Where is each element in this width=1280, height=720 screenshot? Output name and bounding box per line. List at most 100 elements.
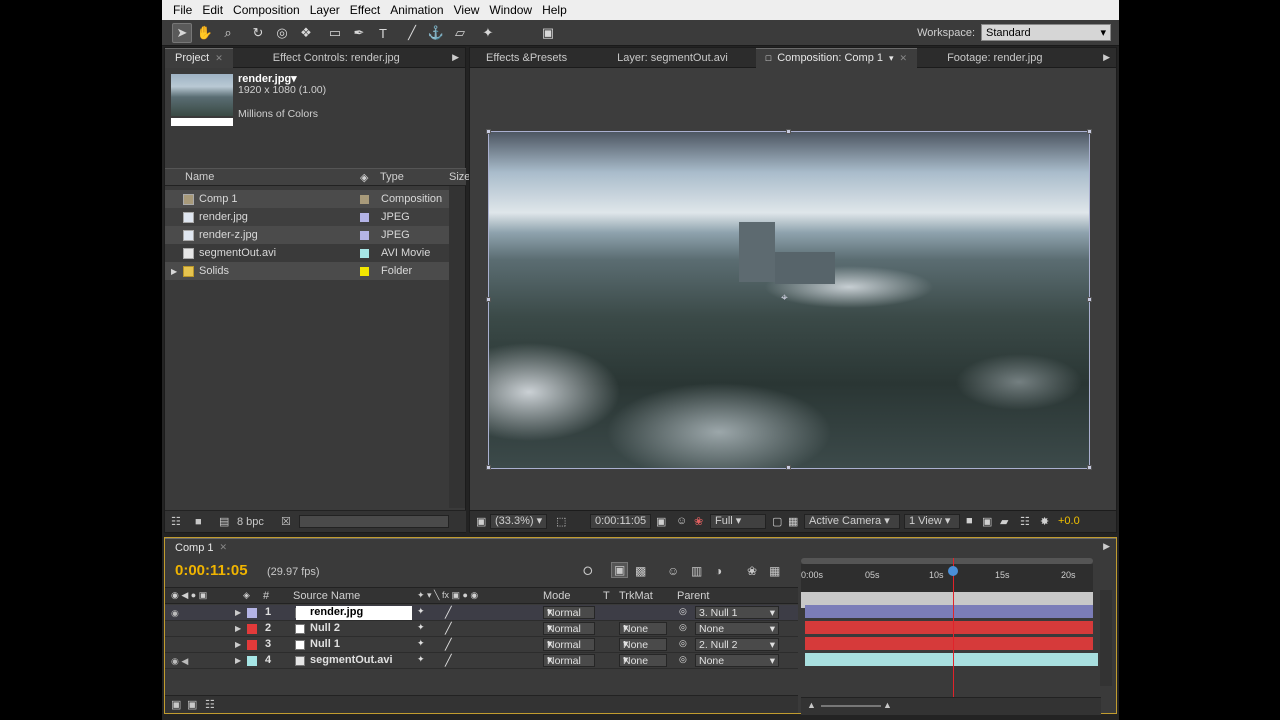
- shy-switch-icon[interactable]: ✦: [417, 606, 425, 617]
- panel-menu-icon[interactable]: ▶: [1103, 52, 1110, 63]
- switches-icon[interactable]: ✦ ▾ ╲ fx ▣ ● ◉: [417, 590, 478, 601]
- project-item-render-jpg[interactable]: render.jpg JPEG: [165, 208, 449, 226]
- zoom-in-icon[interactable]: ▲: [883, 700, 892, 710]
- transform-handle[interactable]: [786, 129, 791, 134]
- layer-name[interactable]: segmentOut.avi: [296, 654, 412, 668]
- motion-blur-icon[interactable]: ◑: [715, 564, 722, 578]
- label-swatch[interactable]: [360, 194, 369, 204]
- exposure-value[interactable]: +0.0: [1058, 515, 1080, 527]
- eye-icon[interactable]: ◉ ◀: [171, 656, 188, 667]
- horizontal-scrollbar[interactable]: [299, 515, 449, 528]
- column-mode[interactable]: Mode: [543, 590, 571, 602]
- pan-behind-tool-icon[interactable]: ❖: [296, 23, 316, 43]
- expand-arrow-icon[interactable]: ▶: [171, 267, 177, 276]
- pick-whip-icon[interactable]: ◎: [679, 606, 687, 617]
- layer-row-segmentout-avi[interactable]: ◉ ◀ ▶ 4 segmentOut.avi ✦ ╱ Normal ▾ None…: [165, 653, 798, 669]
- parent-dropdown[interactable]: 3. Null 1 ▾: [695, 606, 779, 619]
- tab-layer[interactable]: Layer: segmentOut.avi: [577, 48, 738, 68]
- exposure-icon[interactable]: ✸: [1040, 515, 1049, 528]
- current-time[interactable]: 0:00:11:05: [175, 562, 248, 579]
- parent-dropdown[interactable]: 2. Null 2 ▾: [695, 638, 779, 651]
- selection-tool-icon[interactable]: ➤: [172, 23, 192, 43]
- toggle-modes-icon[interactable]: ▣: [187, 698, 197, 711]
- column-parent[interactable]: Parent: [677, 590, 709, 602]
- close-icon[interactable]: ✕: [220, 542, 228, 553]
- column-number[interactable]: #: [263, 590, 269, 602]
- camera-dropdown[interactable]: Active Camera ▾: [804, 514, 900, 529]
- menu-composition[interactable]: Composition: [228, 3, 305, 17]
- transform-handle[interactable]: [1087, 129, 1092, 134]
- panel-menu-icon[interactable]: ▶: [452, 52, 459, 63]
- layer-name[interactable]: Null 2: [296, 622, 412, 636]
- bpc-label[interactable]: 8 bpc: [237, 516, 264, 528]
- project-scrollbar[interactable]: [449, 186, 465, 508]
- hand-tool-icon[interactable]: ✋: [195, 23, 215, 43]
- layer-bar-render-jpg[interactable]: [805, 605, 1093, 618]
- brainstorm-icon[interactable]: ❀: [747, 564, 757, 578]
- shy-switch-icon[interactable]: ✦: [417, 622, 425, 633]
- quality-switch-icon[interactable]: ╱: [445, 654, 452, 667]
- quality-switch-icon[interactable]: ╱: [445, 638, 452, 651]
- shy-switch-icon[interactable]: ✦: [417, 638, 425, 649]
- project-item-render-z-jpg[interactable]: render-z.jpg JPEG: [165, 226, 449, 244]
- project-item-segmentout-avi[interactable]: segmentOut.avi AVI Movie: [165, 244, 449, 262]
- trkmat-dropdown[interactable]: None ▾: [619, 654, 667, 667]
- live-update-icon[interactable]: ⭘: [583, 564, 593, 579]
- transparency-grid-icon[interactable]: ▦: [788, 515, 798, 528]
- transform-handle[interactable]: [486, 465, 491, 470]
- transform-handle[interactable]: [1087, 465, 1092, 470]
- time-graph[interactable]: 0:00s 05s 10s 15s 20s ▲ ▲: [801, 556, 1101, 715]
- current-time-display[interactable]: 0:00:11:05: [590, 514, 652, 529]
- label-swatch[interactable]: [247, 624, 257, 634]
- comp-mini-flowchart-icon[interactable]: ▣: [611, 562, 629, 578]
- composition-viewer[interactable]: ⌖: [470, 68, 1116, 510]
- mode-dropdown[interactable]: Normal ▾: [543, 654, 595, 667]
- tab-effect-controls[interactable]: Effect Controls: render.jpg: [233, 48, 410, 68]
- magnification-dropdown[interactable]: (33.3%) ▾: [490, 514, 548, 529]
- close-icon[interactable]: ✕: [900, 53, 908, 64]
- rectangle-tool-icon[interactable]: ▭: [325, 23, 345, 43]
- label-swatch[interactable]: [247, 608, 257, 618]
- transform-handle[interactable]: [786, 465, 791, 470]
- column-name[interactable]: Name: [185, 171, 214, 183]
- transform-handle[interactable]: [486, 297, 491, 302]
- axis-mode-icon[interactable]: ▣: [538, 23, 558, 43]
- tab-comp-1[interactable]: Comp 1 ✕: [165, 538, 1116, 556]
- expand-arrow-icon[interactable]: ▶: [235, 656, 241, 665]
- label-swatch[interactable]: [247, 640, 257, 650]
- toggle-pixel-aspect-icon[interactable]: ■: [966, 515, 973, 527]
- interpret-footage-icon[interactable]: ☷: [171, 515, 181, 528]
- workspace-dropdown[interactable]: Standard ▾: [981, 24, 1111, 41]
- expand-arrow-icon[interactable]: ▶: [235, 624, 241, 633]
- timeline-icon[interactable]: ▰: [1000, 515, 1008, 528]
- draft-3d-icon[interactable]: ▩: [635, 564, 646, 578]
- current-time-indicator-head[interactable]: [948, 566, 958, 576]
- menu-window[interactable]: Window: [484, 3, 537, 17]
- layer-bar-null-1[interactable]: [805, 637, 1093, 650]
- menu-file[interactable]: File: [168, 3, 197, 17]
- menu-help[interactable]: Help: [537, 3, 572, 17]
- clone-stamp-tool-icon[interactable]: ⚓: [426, 23, 446, 43]
- toggle-in-out-icon[interactable]: ☷: [205, 698, 215, 711]
- flowchart-icon[interactable]: ☷: [1020, 515, 1030, 528]
- layer-row-null-2[interactable]: ▶ 2 Null 2 ✦ ╱ Normal ▾ None ▾ ◎ None ▾: [165, 621, 798, 637]
- menu-edit[interactable]: Edit: [197, 3, 228, 17]
- menu-view[interactable]: View: [449, 3, 485, 17]
- tab-effects-presets[interactable]: Effects &Presets: [470, 48, 577, 68]
- composition-frame-image[interactable]: [488, 131, 1090, 469]
- quality-switch-icon[interactable]: ╱: [445, 606, 452, 619]
- time-ruler[interactable]: 0:00s 05s 10s 15s 20s: [801, 564, 1093, 608]
- frame-blending-icon[interactable]: ▥: [691, 564, 702, 578]
- column-trkmat[interactable]: TrkMat: [619, 590, 653, 602]
- label-swatch[interactable]: [360, 212, 369, 222]
- eye-icon[interactable]: ◉: [171, 608, 179, 619]
- mode-dropdown[interactable]: Normal ▾: [543, 606, 595, 619]
- expand-arrow-icon[interactable]: ▶: [235, 640, 241, 649]
- mode-dropdown[interactable]: Normal ▾: [543, 622, 595, 635]
- trkmat-dropdown[interactable]: None ▾: [619, 622, 667, 635]
- label-column-icon[interactable]: ◈: [360, 171, 368, 184]
- type-tool-icon[interactable]: T: [373, 23, 393, 43]
- pick-whip-icon[interactable]: ◎: [679, 622, 687, 633]
- layer-bar-null-2[interactable]: [805, 621, 1093, 634]
- chevron-down-icon[interactable]: ▾: [889, 53, 894, 64]
